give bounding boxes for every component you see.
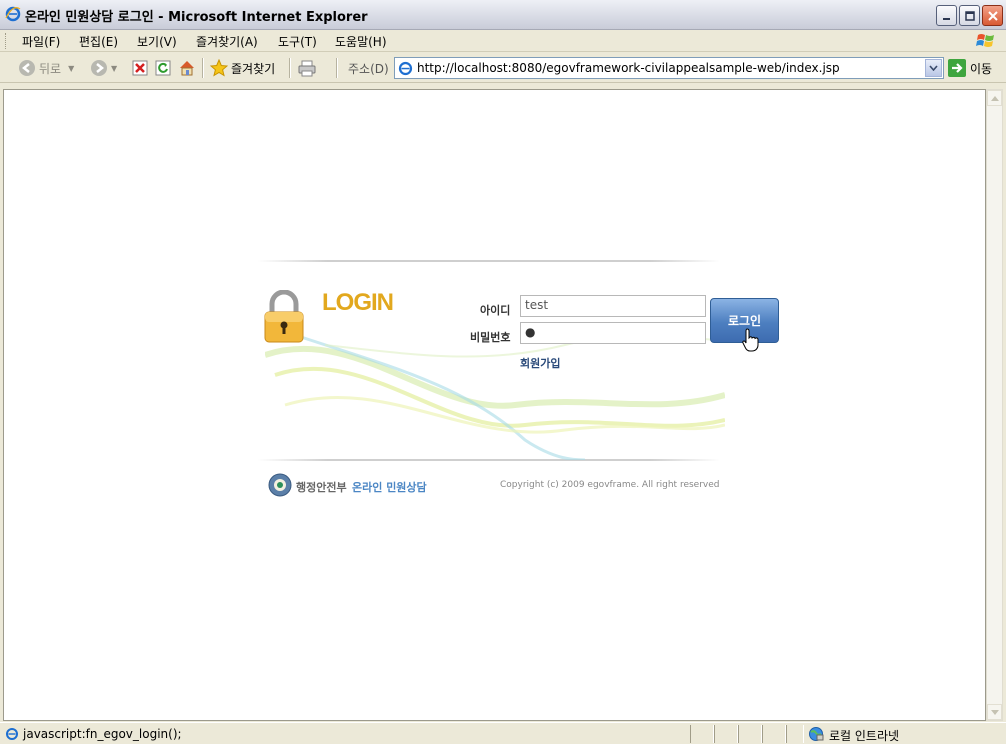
- window-title: 온라인 민원상담 로그인 - Microsoft Internet Explor…: [25, 10, 368, 25]
- refresh-icon: [155, 60, 171, 76]
- menu-file[interactable]: 파일(F): [18, 33, 64, 50]
- scroll-down-button[interactable]: [987, 704, 1002, 720]
- password-label: 비밀번호: [470, 331, 511, 344]
- decorative-waves: [265, 333, 725, 460]
- minimize-icon: [942, 17, 950, 20]
- toolbar-separator: [336, 58, 338, 78]
- favorites-button[interactable]: 즐겨찾기: [210, 58, 275, 78]
- vertical-scrollbar[interactable]: [986, 89, 1003, 721]
- address-input[interactable]: http://localhost:8080/egovframework-civi…: [417, 61, 840, 75]
- print-button[interactable]: [298, 58, 316, 78]
- go-arrow-icon: [948, 59, 966, 77]
- status-pane: [714, 725, 738, 743]
- forward-arrow-icon: [91, 60, 107, 76]
- top-divider: [258, 260, 720, 262]
- refresh-button[interactable]: [155, 58, 171, 78]
- chevron-down-icon: [929, 65, 938, 71]
- home-button[interactable]: [178, 58, 196, 78]
- copyright-text: Copyright (c) 2009 egovframe. All right …: [500, 480, 720, 490]
- page-icon: [398, 61, 413, 76]
- status-bar: javascript:fn_egov_login(); 로컬 인트라넷: [0, 722, 1006, 744]
- close-icon: [987, 10, 998, 21]
- menu-view[interactable]: 보기(V): [133, 33, 181, 50]
- government-emblem-icon: [268, 473, 292, 497]
- local-intranet-icon: [809, 727, 824, 741]
- ministry-name: 행정안전부: [296, 481, 347, 494]
- menu-edit[interactable]: 편집(E): [75, 33, 122, 50]
- favorites-label: 즐겨찾기: [231, 61, 276, 76]
- scroll-up-icon: [990, 95, 999, 101]
- security-zone-text: 로컬 인트라넷: [829, 729, 900, 743]
- status-pane: [738, 725, 762, 743]
- home-icon: [180, 61, 194, 76]
- join-link[interactable]: 회원가입: [520, 355, 560, 371]
- status-pane: [762, 725, 786, 743]
- go-label: 이동: [970, 61, 993, 76]
- print-icon: [298, 60, 316, 77]
- favorites-star-icon: [210, 59, 228, 77]
- minimize-button[interactable]: [936, 5, 957, 26]
- login-title: LOGIN: [322, 289, 394, 316]
- id-label: 아이디: [480, 304, 511, 317]
- back-label: 뒤로: [39, 61, 62, 76]
- password-input[interactable]: ●: [520, 322, 706, 344]
- close-button[interactable]: [982, 5, 1003, 26]
- maximize-icon: [964, 10, 975, 21]
- menu-tools[interactable]: 도구(T): [274, 33, 321, 50]
- page-status-icon: [6, 728, 18, 740]
- stop-icon: [132, 60, 148, 76]
- address-label: 주소(D): [348, 62, 389, 76]
- forward-button[interactable]: ▼: [90, 58, 117, 78]
- back-button[interactable]: 뒤로 ▼: [18, 58, 74, 78]
- menu-grip: [5, 33, 8, 49]
- forward-dropdown-icon[interactable]: ▼: [111, 64, 117, 73]
- address-dropdown-button[interactable]: [925, 59, 942, 77]
- windows-flag-icon: [976, 34, 994, 47]
- toolbar-separator: [202, 58, 204, 78]
- padlock-icon: [264, 290, 304, 343]
- scroll-down-icon: [990, 709, 999, 715]
- hand-cursor-icon: [742, 328, 759, 352]
- go-button[interactable]: 이동: [948, 59, 992, 77]
- menu-bar: 파일(F) 편집(E) 보기(V) 즐겨찾기(A) 도구(T) 도움말(H): [0, 30, 1006, 52]
- scroll-up-button[interactable]: [987, 90, 1002, 106]
- back-arrow-icon: [19, 60, 35, 76]
- address-bar[interactable]: http://localhost:8080/egovframework-civi…: [394, 57, 944, 79]
- status-pane: [690, 725, 714, 743]
- menu-favorites[interactable]: 즐겨찾기(A): [192, 33, 262, 50]
- maximize-button[interactable]: [959, 5, 980, 26]
- back-dropdown-icon[interactable]: ▼: [68, 64, 74, 73]
- toolbar-separator: [289, 58, 291, 78]
- status-text: javascript:fn_egov_login();: [23, 727, 182, 741]
- stop-button[interactable]: [132, 58, 148, 78]
- menu-help[interactable]: 도움말(H): [331, 33, 391, 50]
- id-input[interactable]: test: [520, 295, 706, 317]
- status-pane: [786, 725, 804, 743]
- service-name: 온라인 민원상담: [352, 481, 427, 494]
- internet-explorer-icon: [5, 6, 21, 22]
- title-bar: 온라인 민원상담 로그인 - Microsoft Internet Explor…: [0, 0, 1006, 30]
